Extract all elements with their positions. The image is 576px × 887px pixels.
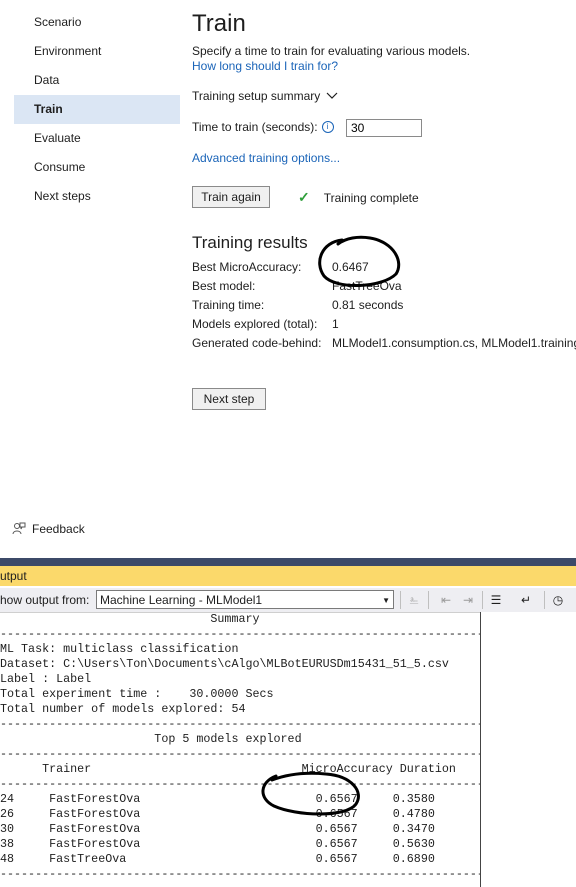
console-line: Top 5 models explored [154,732,302,746]
nav-item-evaluate[interactable]: Evaluate [14,124,180,153]
how-long-link[interactable]: How long should I train for? [192,59,338,73]
output-source-dropdown[interactable]: Machine Learning - MLModel1 ▼ [96,590,394,609]
result-row-models-explored: Models explored (total): 1 [192,315,339,334]
result-value: 0.81 seconds [332,298,404,312]
training-status: ✓ Training complete [298,189,419,206]
console-line: 48 FastTreeOva 0.6567 0.6890 [0,852,435,866]
console-line: ----------------------------------------… [0,627,480,641]
console-line: 24 FastForestOva 0.6567 0.3580 [0,792,435,806]
summary-toggle-label: Training setup summary [192,89,321,103]
nav-item-consume[interactable]: Consume [14,153,180,182]
result-label: Models explored (total): [192,317,318,331]
result-row-best-model: Best model: FastTreeOva [192,277,402,296]
console-line: Total experiment time : 30.0000 Secs [0,687,274,701]
word-wrap-icon[interactable]: ↵ [518,592,534,608]
page-title: Train [192,10,246,37]
chevron-down-icon: ▼ [382,596,390,605]
result-row-training-time: Training time: 0.81 seconds [192,296,403,315]
feedback-icon [12,522,26,535]
advanced-training-options-link[interactable]: Advanced training options... [192,151,340,165]
toolbar-separator [544,591,545,609]
console-side-area [481,612,576,887]
console-line: ----------------------------------------… [0,867,480,881]
output-source-value: Machine Learning - MLModel1 [100,593,263,607]
training-results: Best MicroAccuracy: 0.6467 Best model: F… [192,258,576,353]
clear-all-icon[interactable]: ☰ [488,592,504,608]
console-line: 38 FastForestOva 0.6567 0.5630 [0,837,435,851]
show-output-from-label: how output from: [0,593,90,607]
result-label: Best model: [192,279,256,293]
console-line: Trainer MicroAccuracy Duration [42,762,456,776]
find-message-icon[interactable]: ⎁ [406,592,422,608]
console-line: Dataset: C:\Users\Ton\Documents\cAlgo\ML… [0,657,449,671]
nav-item-label: Evaluate [34,131,81,145]
output-toolbar: how output from: Machine Learning - MLMo… [0,588,576,613]
nav-item-label: Consume [34,160,86,174]
output-console[interactable]: Summary --------------------------------… [0,612,480,887]
output-window-title: utput [0,569,27,583]
console-line: ----------------------------------------… [0,777,480,791]
window-divider [0,558,576,566]
output-window-header[interactable]: utput [0,566,576,586]
train-again-button[interactable]: Train again [192,186,270,208]
console-line: ML Task: multiclass classification [0,642,239,656]
nav-item-label: Next steps [34,189,91,203]
annotation-circle [261,771,360,816]
wizard-nav: Scenario Environment Data Train Evaluate… [14,8,180,211]
result-row-best-microaccuracy: Best MicroAccuracy: 0.6467 [192,258,369,277]
toolbar-separator [482,591,483,609]
nav-item-environment[interactable]: Environment [14,37,180,66]
console-line: ----------------------------------------… [0,747,480,761]
console-line: Total number of models explored: 54 [0,702,246,716]
next-step-button[interactable]: Next step [192,388,266,410]
training-setup-summary-toggle[interactable]: Training setup summary [192,89,338,103]
nav-item-data[interactable]: Data [14,66,180,95]
page-description: Specify a time to train for evaluating v… [192,44,471,58]
previous-message-icon[interactable]: ⇤ [438,592,454,608]
result-label: Generated code-behind: [192,336,322,350]
nav-item-train[interactable]: Train [14,95,180,124]
console-line: 26 FastForestOva 0.6567 0.4780 [0,807,435,821]
training-results-title: Training results [192,233,308,252]
nav-item-next-steps[interactable]: Next steps [14,182,180,211]
chevron-down-icon [326,92,338,99]
result-label: Best MicroAccuracy: [192,260,302,274]
toolbar-separator [400,591,401,609]
result-row-generated-code: Generated code-behind: MLModel1.consumpt… [192,334,576,353]
nav-item-label: Data [34,73,60,87]
feedback-link[interactable]: Feedback [12,522,85,536]
nav-item-label: Scenario [34,15,82,29]
console-line: 30 FastForestOva 0.6567 0.3470 [0,822,435,836]
console-line: Label : Label [0,672,92,686]
training-status-text: Training complete [323,190,419,205]
nav-item-label: Train [34,102,63,116]
toolbar-separator [428,591,429,609]
time-to-train-input[interactable] [346,119,422,137]
result-value: MLModel1.consumption.cs, MLModel1.traini… [332,336,576,350]
console-line: Summary [210,612,260,626]
console-line: ----------------------------------------… [0,717,480,731]
next-message-icon[interactable]: ⇥ [460,592,476,608]
clock-icon[interactable]: ◷ [550,592,566,608]
info-icon[interactable]: i [321,121,334,133]
nav-item-scenario[interactable]: Scenario [14,8,180,37]
nav-item-label: Environment [34,44,102,58]
result-label: Training time: [192,298,265,312]
feedback-label: Feedback [32,522,85,536]
time-to-train-label: Time to train (seconds): [192,120,318,134]
checkmark-icon: ✓ [298,189,310,205]
result-value: 1 [332,317,339,331]
annotation-circle [318,235,401,287]
time-to-train-row: Time to train (seconds): i [192,119,422,137]
